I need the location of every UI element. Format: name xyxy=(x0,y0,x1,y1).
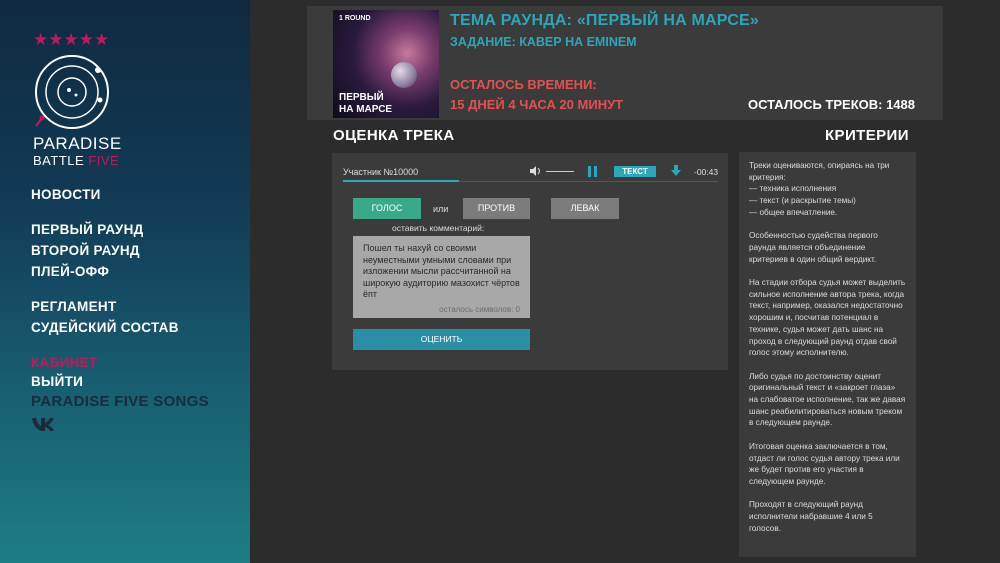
nav-round-2[interactable]: ВТОРОЙ РАУНД xyxy=(31,243,140,258)
round-header: 1 ROUND ПЕРВЫЙ НА МАРСЕ ТЕМА РАУНДА: «ПЕР… xyxy=(307,6,943,120)
nav-round-1[interactable]: ПЕРВЫЙ РАУНД xyxy=(31,222,144,237)
volume-slider[interactable] xyxy=(546,171,574,172)
round-cover-image: 1 ROUND ПЕРВЫЙ НА МАРСЕ xyxy=(333,10,439,118)
voice-button[interactable]: ГОЛОС xyxy=(353,198,421,219)
criteria-paragraph-1: Треки оцениваются, опираясь на три крите… xyxy=(749,161,890,217)
comment-text: Пошел ты нахуй со своими неуместными умн… xyxy=(363,243,520,299)
nav-judges[interactable]: СУДЕЙСКИЙ СОСТАВ xyxy=(31,320,179,335)
track-progress-fill xyxy=(343,180,460,182)
criteria-paragraph-3: На стадии отбора судья может выделить си… xyxy=(749,278,906,358)
criteria-paragraph-5: Итоговая оценка заключается в том, отдас… xyxy=(749,441,900,486)
vk-icon[interactable] xyxy=(31,416,55,432)
nav-playoff[interactable]: ПЛЕЙ-ОФФ xyxy=(31,264,109,279)
round-theme: ТЕМА РАУНДА: «ПЕРВЫЙ НА МАРСЕ» xyxy=(450,12,759,29)
nav-logout[interactable]: ВЫЙТИ xyxy=(31,374,83,389)
planet-logo-icon xyxy=(35,55,109,129)
criteria-title: КРИТЕРИИ xyxy=(825,127,909,144)
criteria-panel: Треки оцениваются, опираясь на три крите… xyxy=(739,152,916,557)
nav-cabinet[interactable]: КАБИНЕТ xyxy=(31,355,98,370)
pause-icon[interactable] xyxy=(588,166,598,177)
nav-rules[interactable]: РЕГЛАМЕНТ xyxy=(31,299,117,314)
cover-round-label: 1 ROUND xyxy=(339,15,371,22)
comment-textarea[interactable]: Пошел ты нахуй со своими неуместными умн… xyxy=(353,236,530,318)
chars-left-counter: осталось символов: 0 xyxy=(439,305,520,314)
cover-title-line2: НА МАРСЕ xyxy=(339,104,393,115)
download-icon[interactable] xyxy=(670,165,682,177)
sidebar: ★★★★★ PARADISE BATTLE FIVE НОВОСТИ ПЕРВЫ… xyxy=(0,0,250,563)
levak-button[interactable]: ЛЕВАК xyxy=(551,198,619,219)
against-button[interactable]: ПРОТИВ xyxy=(463,198,530,219)
criteria-paragraph-6: Проходят в следующий раунд исполнители н… xyxy=(749,500,873,533)
criteria-paragraph-2: Особенностью судейства первого раунда яв… xyxy=(749,231,878,264)
cover-title: ПЕРВЫЙ НА МАРСЕ xyxy=(339,92,392,116)
evaluation-panel: Участник №10000 ТЕКСТ -00:43 ГОЛОС или П… xyxy=(332,153,728,370)
or-label: или xyxy=(433,204,449,214)
criteria-paragraph-4: Либо судья по достоинству оценит оригина… xyxy=(749,371,906,428)
volume-icon[interactable] xyxy=(530,166,542,176)
tracks-left: ОСТАЛОСЬ ТРЕКОВ: 1488 xyxy=(747,97,915,112)
planet-image xyxy=(391,62,417,88)
comment-label: оставить комментарий: xyxy=(392,223,485,233)
lyrics-button[interactable]: ТЕКСТ xyxy=(614,166,656,177)
nav-songs[interactable]: PARADISE FIVE SONGS xyxy=(31,393,209,410)
evaluation-title: ОЦЕНКА ТРЕКА xyxy=(333,127,455,144)
round-task: ЗАДАНИЕ: КАВЕР НА EMINEM xyxy=(450,35,637,49)
time-left-label: ОСТАЛОСЬ ВРЕМЕНИ: xyxy=(450,77,597,92)
rate-button[interactable]: ОЦЕНИТЬ xyxy=(353,329,530,350)
nav-news[interactable]: НОВОСТИ xyxy=(31,187,101,202)
time-left-value: 15 ДНЕЙ 4 ЧАСА 20 МИНУТ xyxy=(450,97,624,112)
cover-title-line1: ПЕРВЫЙ xyxy=(339,92,384,103)
brand-battle: BATTLE xyxy=(33,153,89,168)
participant-name: Участник №10000 xyxy=(343,167,419,177)
brand-five: FIVE xyxy=(88,153,120,168)
rating-stars: ★★★★★ xyxy=(33,30,110,49)
brand-name: PARADISE xyxy=(33,134,122,153)
track-time: -00:43 xyxy=(694,167,719,177)
brand-subtitle: BATTLE FIVE xyxy=(33,153,119,168)
